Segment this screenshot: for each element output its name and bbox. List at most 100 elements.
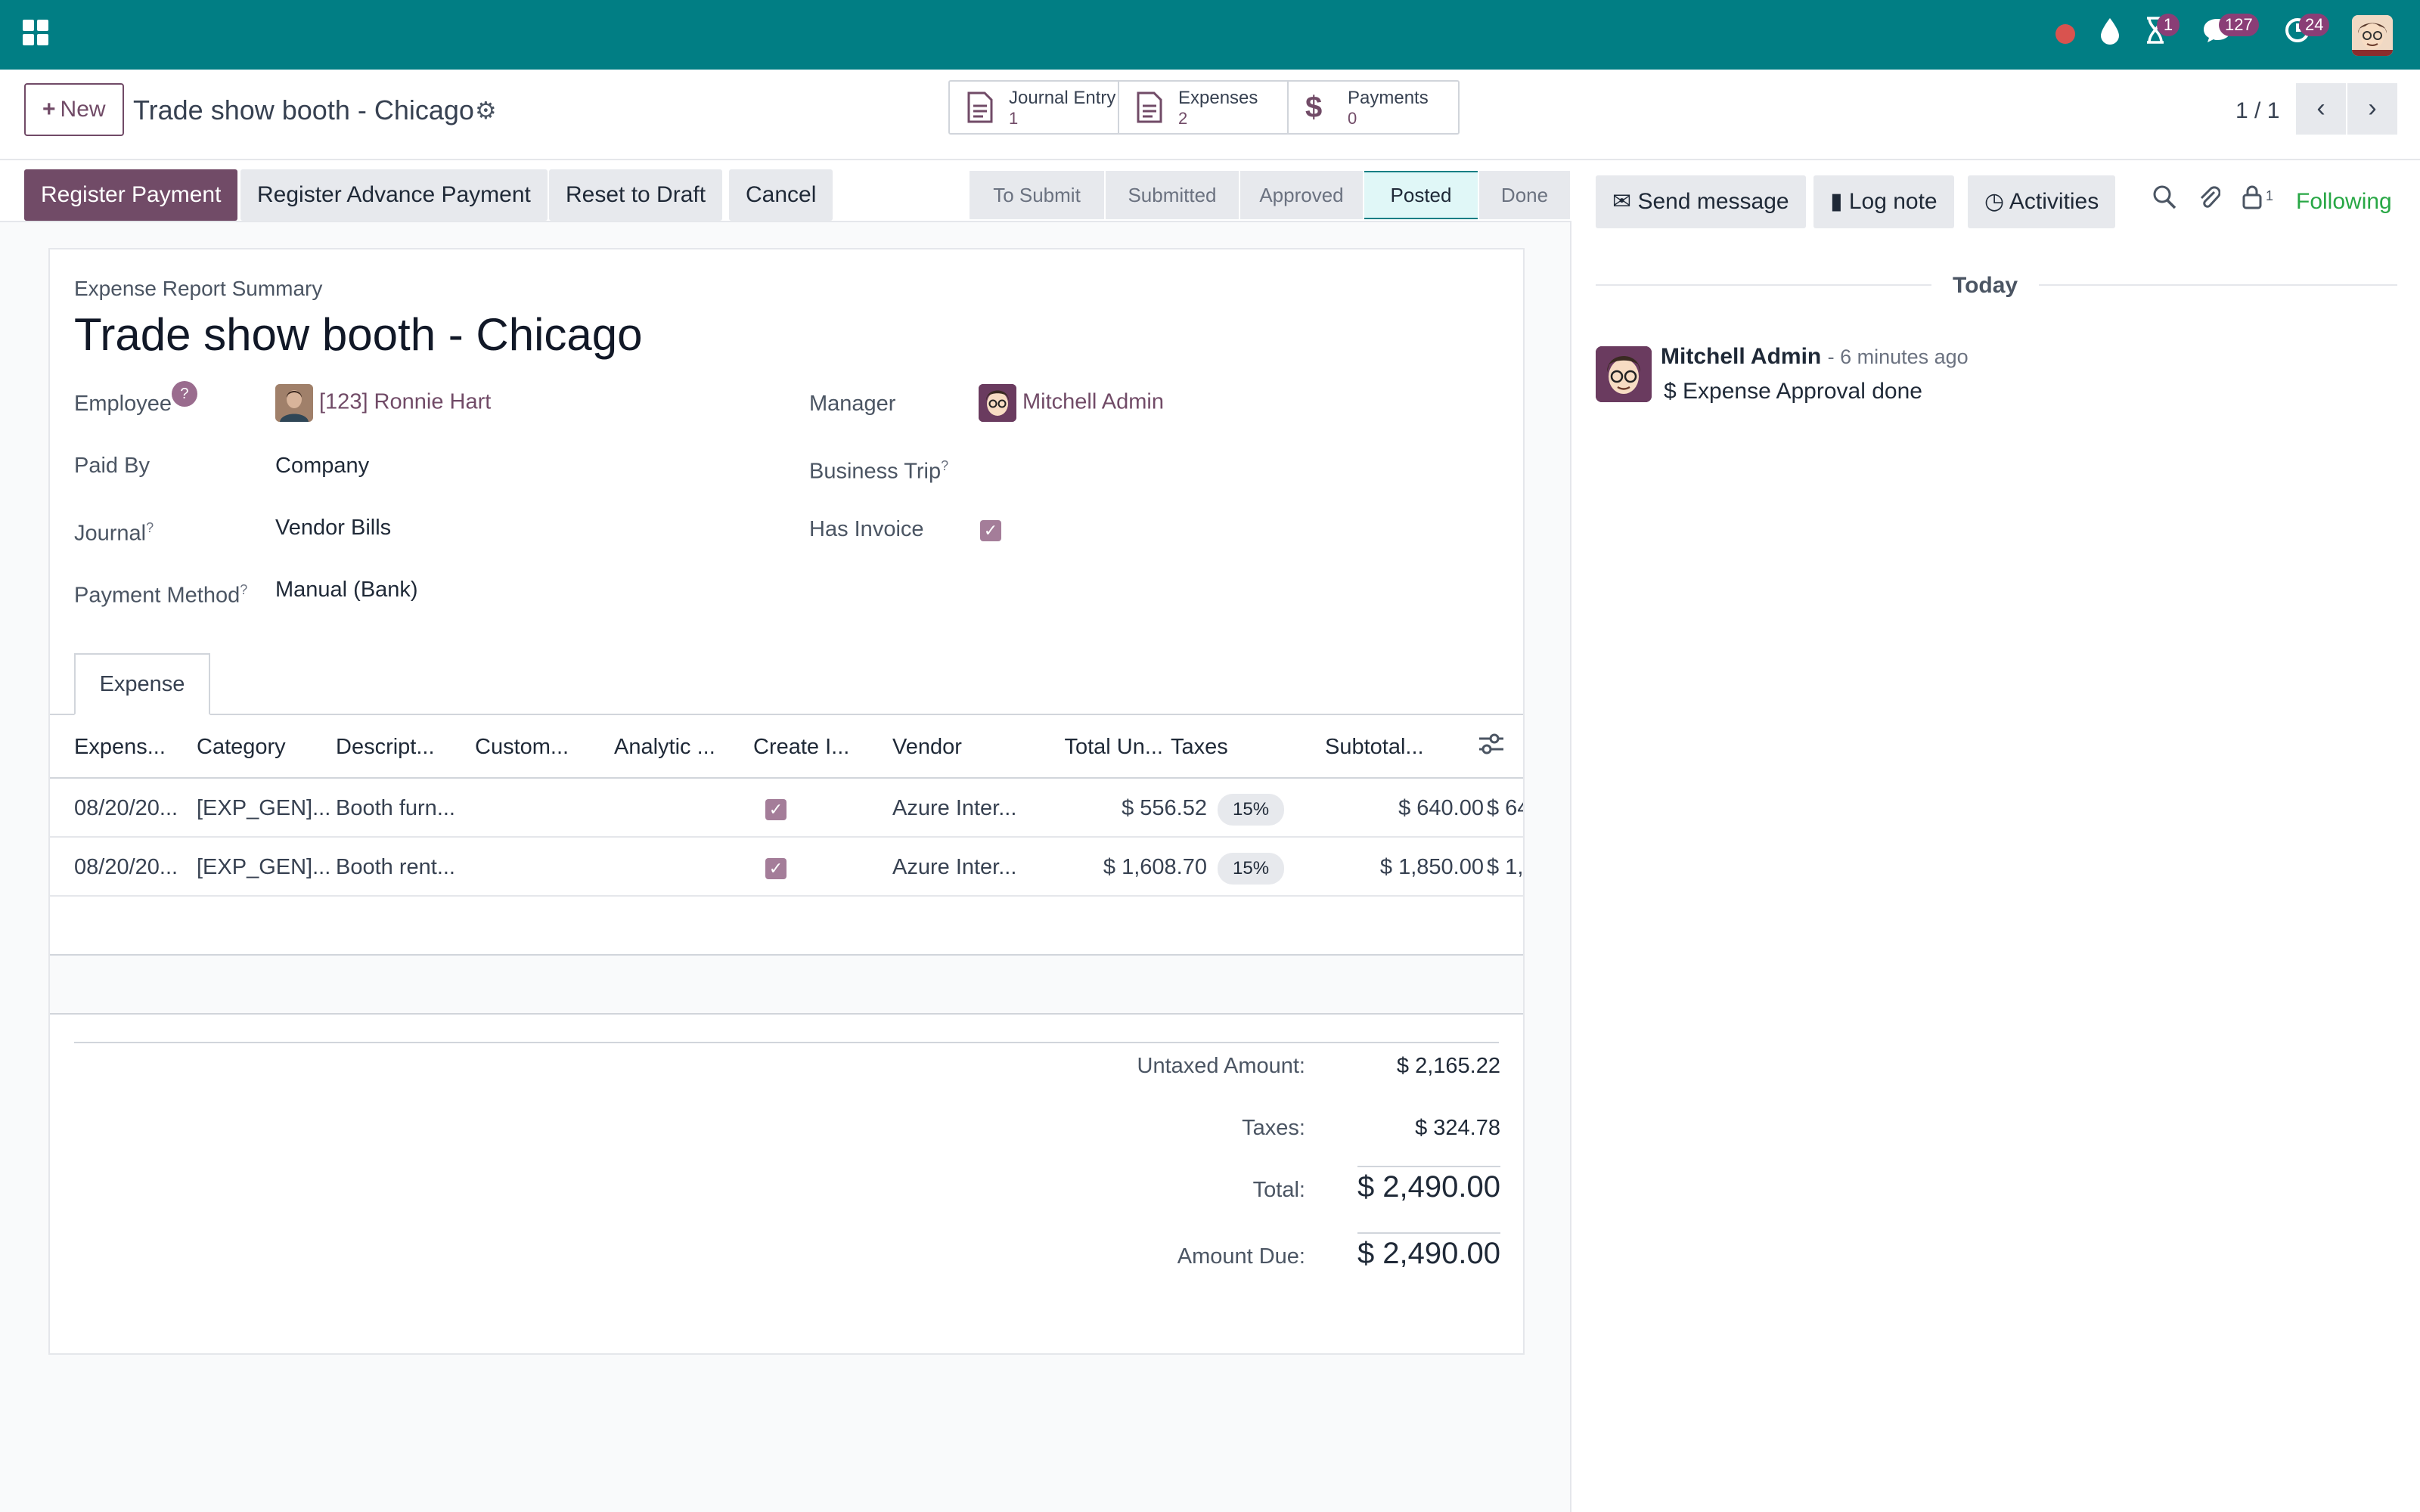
payment-method-label: Payment Method?: [74, 582, 248, 608]
cell-unit-price: $ 1,608.70: [1103, 855, 1207, 879]
amount-due-label: Amount Due:: [1177, 1244, 1305, 1269]
table-row[interactable]: 08/20/20... [EXP_GEN]... Booth rent... ✓…: [50, 838, 1523, 897]
plus-icon: +: [42, 97, 56, 122]
col-subtotal[interactable]: Subtotal...: [1325, 715, 1476, 779]
followers-lock-icon[interactable]: 1: [2242, 183, 2273, 221]
tax-tag: 15%: [1218, 853, 1285, 885]
help-mark[interactable]: ?: [146, 520, 154, 535]
following-toggle[interactable]: Following: [2296, 183, 2392, 221]
stage-done[interactable]: Done: [1479, 171, 1570, 219]
cell-subtotal: $ 640.00: [1398, 796, 1484, 820]
cancel-button[interactable]: Cancel: [729, 169, 833, 221]
message-author-avatar[interactable]: [1596, 346, 1652, 402]
col-description[interactable]: Descript...: [336, 715, 464, 779]
col-category[interactable]: Category: [197, 715, 325, 779]
help-mark[interactable]: ?: [240, 582, 247, 597]
search-icon[interactable]: [2152, 183, 2176, 221]
register-advance-payment-button[interactable]: Register Advance Payment: [240, 169, 548, 221]
cell-create-invoice[interactable]: ✓: [753, 779, 799, 838]
cell-category: [EXP_GEN]...: [197, 855, 331, 879]
envelope-icon: ✉: [1612, 189, 1638, 214]
has-invoice-checkbox[interactable]: ✓: [980, 514, 1001, 544]
has-invoice-label: Has Invoice: [809, 517, 924, 541]
untaxed-amount-label: Untaxed Amount:: [1137, 1054, 1305, 1078]
check-icon: ✓: [765, 858, 786, 879]
document-icon: [1136, 91, 1163, 131]
cell-taxes: 15%: [1218, 838, 1308, 897]
drop-icon[interactable]: [2093, 17, 2127, 50]
pager-next-button[interactable]: ›: [2347, 83, 2397, 135]
paperclip-icon[interactable]: [2198, 183, 2221, 221]
cell-description: Booth rent...: [336, 855, 455, 879]
message-author[interactable]: Mitchell Admin - 6 minutes ago: [1661, 342, 1969, 372]
help-icon[interactable]: ?: [171, 381, 197, 407]
paid-by-label: Paid By: [74, 454, 150, 478]
col-vendor[interactable]: Vendor: [892, 715, 1036, 779]
cell-vendor: Azure Inter...: [892, 796, 1017, 820]
employee-field[interactable]: [123] Ronnie Hart: [275, 384, 491, 422]
manager-avatar: [979, 384, 1016, 422]
column-settings-icon[interactable]: [1478, 732, 1505, 763]
journal-label: Journal?: [74, 520, 154, 546]
top-navbar: 1 127 24: [0, 0, 2420, 70]
cell-date: 08/20/20...: [74, 796, 178, 820]
journal-entry-smart-button[interactable]: Journal Entry 1: [950, 82, 1119, 133]
payment-method-field[interactable]: Manual (Bank): [275, 575, 418, 605]
cell-total: $ 64: [1487, 796, 1523, 820]
reset-to-draft-button[interactable]: Reset to Draft: [549, 169, 723, 221]
apps-menu-icon[interactable]: [23, 20, 48, 45]
col-expense-date[interactable]: Expens...: [74, 715, 188, 779]
user-avatar[interactable]: [2352, 15, 2393, 56]
col-customer[interactable]: Custom...: [475, 715, 603, 779]
activities-button[interactable]: ◷ Activities: [1968, 175, 2116, 228]
new-record-button[interactable]: + New: [24, 83, 124, 136]
help-mark[interactable]: ?: [941, 458, 948, 473]
message-time: - 6 minutes ago: [1827, 345, 1969, 368]
expense-table-header: Expens... Category Descript... Custom...…: [50, 715, 1523, 779]
form-sheet: Expense Report Summary Trade show booth …: [48, 248, 1525, 1355]
log-note-button[interactable]: ▮ Log note: [1813, 175, 1954, 228]
cell-vendor: Azure Inter...: [892, 855, 1017, 879]
empty-row: [50, 897, 1523, 956]
form-view: Register Payment Register Advance Paymen…: [0, 160, 1571, 1512]
report-title[interactable]: Trade show booth - Chicago: [74, 308, 643, 361]
register-payment-button[interactable]: Register Payment: [24, 169, 238, 221]
paid-by-field[interactable]: Company: [275, 451, 369, 481]
journal-field[interactable]: Vendor Bills: [275, 513, 391, 543]
stage-submitted[interactable]: Submitted: [1106, 171, 1239, 219]
table-row[interactable]: 08/20/20... [EXP_GEN]... Booth furn... ✓…: [50, 779, 1523, 838]
cell-taxes: 15%: [1218, 779, 1308, 838]
manager-field[interactable]: Mitchell Admin: [979, 384, 1164, 422]
col-taxes[interactable]: Taxes: [1171, 715, 1261, 779]
stage-to-submit[interactable]: To Submit: [970, 171, 1104, 219]
cell-category: [EXP_GEN]...: [197, 796, 331, 820]
cell-create-invoice[interactable]: ✓: [753, 838, 799, 897]
pager-value[interactable]: 1 / 1: [2235, 92, 2279, 130]
pager-previous-button[interactable]: ‹: [2296, 83, 2346, 135]
col-analytic[interactable]: Analytic ...: [614, 715, 743, 779]
check-icon: ✓: [980, 520, 1001, 541]
stage-posted[interactable]: Posted: [1364, 171, 1478, 219]
manager-label: Manager: [809, 392, 896, 416]
messages-badge: 127: [2219, 14, 2259, 36]
send-message-button[interactable]: ✉ Send message: [1596, 175, 1806, 228]
payments-smart-button[interactable]: $ Payments 0: [1289, 82, 1458, 133]
stage-approved[interactable]: Approved: [1240, 171, 1363, 219]
breadcrumb-record-title: Trade show booth - Chicago: [133, 94, 474, 125]
total-label: Total:: [1252, 1178, 1305, 1202]
employee-label: Employee?: [74, 381, 197, 419]
col-total-unit[interactable]: Total Un...: [1050, 715, 1163, 779]
expenses-smart-button[interactable]: Expenses 2: [1119, 82, 1289, 133]
recording-indicator-icon[interactable]: [2055, 24, 2075, 44]
document-icon: [966, 91, 994, 131]
dollar-icon: $: [1305, 91, 1323, 124]
gear-icon[interactable]: ⚙: [475, 91, 497, 130]
chatter-panel: ✉ Send message ▮ Log note ◷ Activities 1…: [1573, 160, 2420, 1512]
check-icon: ✓: [765, 799, 786, 820]
totals-divider: [74, 1042, 1499, 1043]
date-separator-label: Today: [1931, 271, 2040, 301]
col-create-invoice[interactable]: Create I...: [753, 715, 882, 779]
tab-expense[interactable]: Expense: [74, 653, 210, 715]
cell-description: Booth furn...: [336, 796, 455, 820]
cell-date: 08/20/20...: [74, 855, 178, 879]
